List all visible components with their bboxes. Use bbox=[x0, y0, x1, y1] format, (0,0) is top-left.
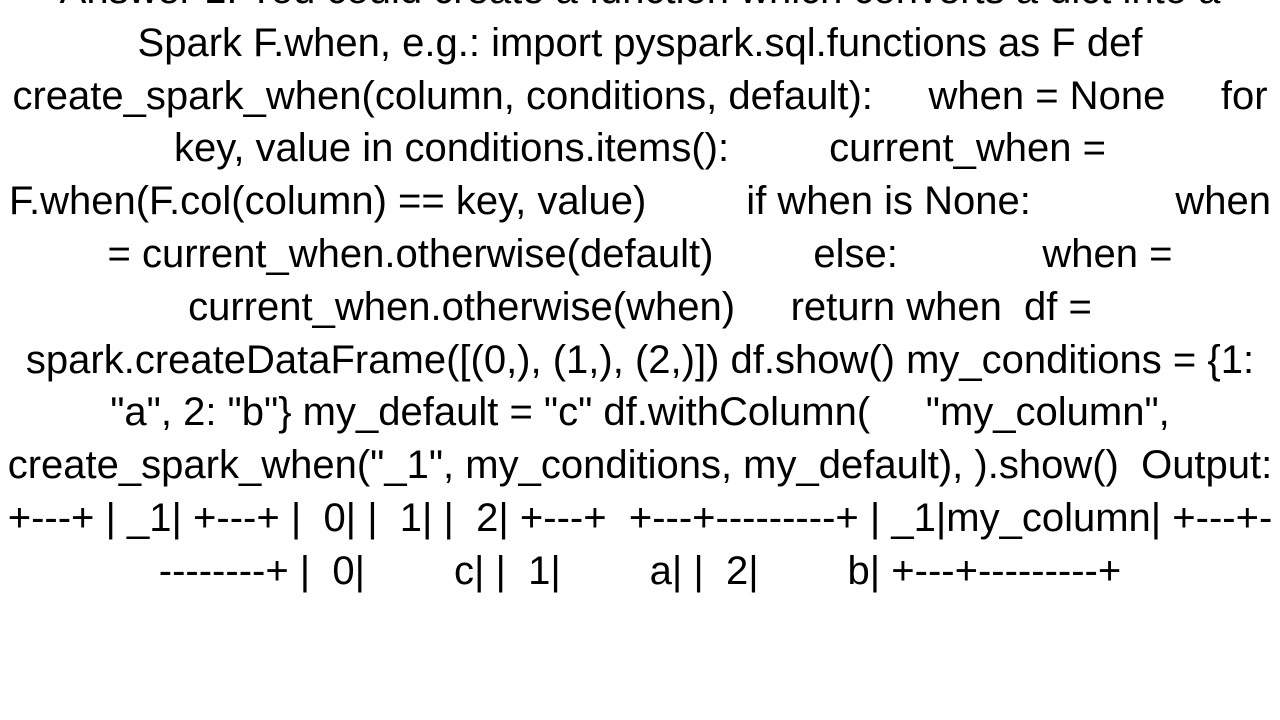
document-body: Answer 1: You could create a function wh… bbox=[0, 0, 1280, 598]
